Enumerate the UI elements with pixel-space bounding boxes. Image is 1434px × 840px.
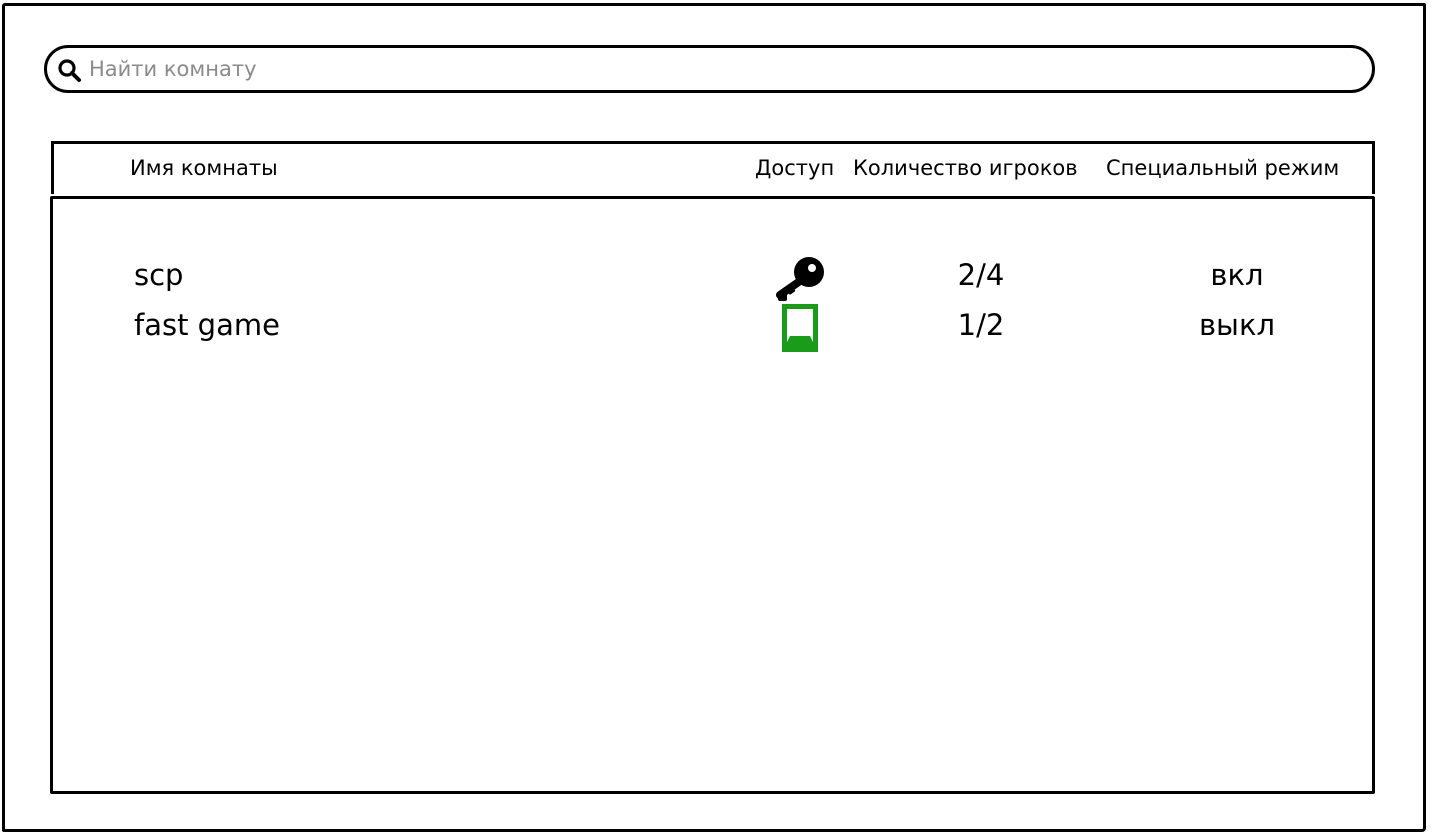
search-icon <box>58 59 81 82</box>
room-name: fast game <box>134 308 280 342</box>
room-list: scp 2/4 вкл fast game 1/2 выкл <box>50 196 1375 794</box>
open-door-icon <box>782 304 818 352</box>
special-mode-value: вкл <box>1210 258 1264 292</box>
column-header-players[interactable]: Количество игроков <box>853 156 1078 180</box>
search-bar[interactable] <box>44 45 1375 93</box>
player-count: 2/4 <box>957 258 1005 292</box>
column-header-special-mode[interactable]: Специальный режим <box>1106 156 1339 180</box>
column-header-access[interactable]: Доступ <box>755 156 834 180</box>
column-header-room-name[interactable]: Имя комнаты <box>130 156 278 180</box>
key-icon <box>776 257 824 301</box>
room-name: scp <box>134 258 184 292</box>
special-mode-value: выкл <box>1198 308 1276 342</box>
player-count: 1/2 <box>957 308 1005 342</box>
room-row[interactable]: scp 2/4 вкл <box>53 253 1372 303</box>
search-input[interactable] <box>89 54 1289 84</box>
table-header: Имя комнаты Доступ Количество игроков Сп… <box>51 141 1375 194</box>
room-row[interactable]: fast game 1/2 выкл <box>53 303 1372 353</box>
